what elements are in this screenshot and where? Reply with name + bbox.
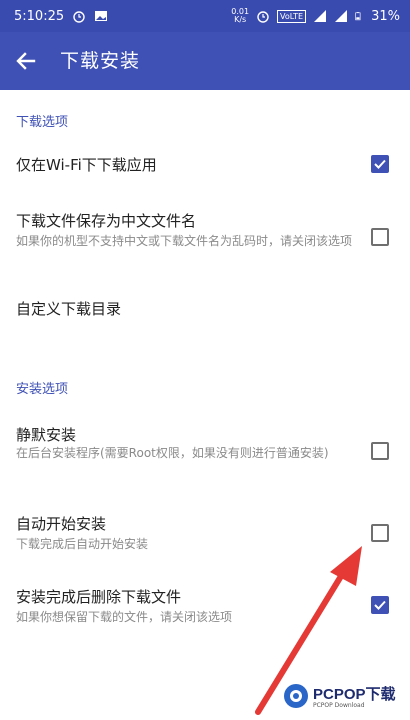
annotation-arrow-icon	[255, 546, 362, 715]
watermark-brand: PCPOP下载	[313, 686, 396, 703]
pcpop-logo-icon	[284, 684, 308, 708]
watermark: PCPOP下载 PCPOP Download	[283, 683, 396, 709]
